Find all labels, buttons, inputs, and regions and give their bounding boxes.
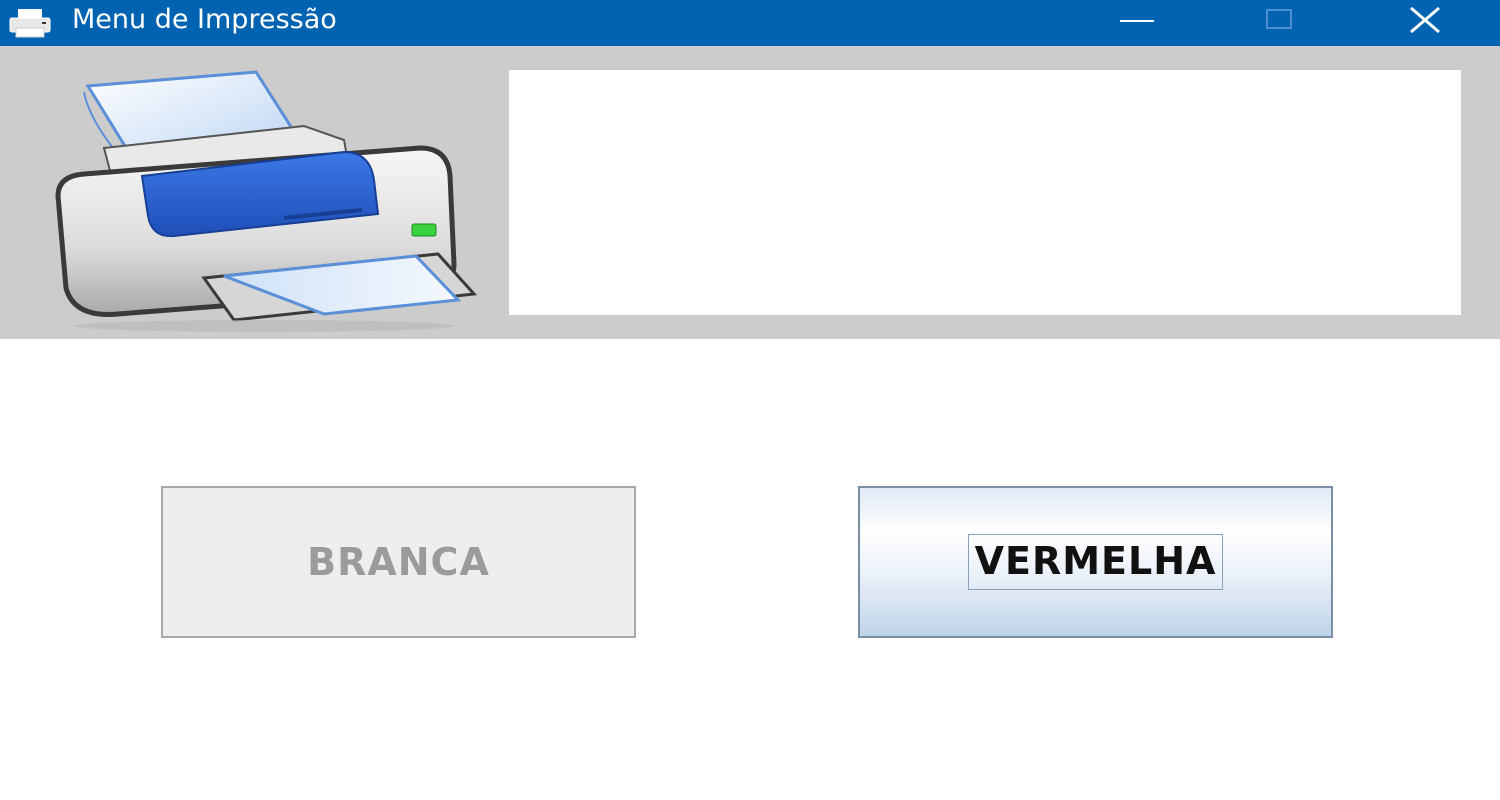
minimize-icon [1120,20,1154,22]
printer-illustration [55,70,478,332]
minimize-button[interactable] [1066,0,1208,46]
printer-icon [9,9,51,38]
message-display [509,70,1461,315]
close-button[interactable] [1354,0,1496,46]
vermelha-button-label: VERMELHA [967,534,1224,590]
branca-button[interactable]: BRANCA [161,486,636,638]
title-bar[interactable]: Menu de Impressão [0,0,1500,46]
maximize-icon [1266,9,1292,29]
print-menu-window: Menu de Impressão BRANCA VERMELHA [0,0,1500,800]
close-icon [1410,7,1440,33]
header-panel [0,46,1500,339]
window-title: Menu de Impressão [72,4,337,35]
maximize-button[interactable] [1208,0,1350,46]
branca-button-label: BRANCA [307,540,490,584]
vermelha-button[interactable]: VERMELHA [858,486,1333,638]
